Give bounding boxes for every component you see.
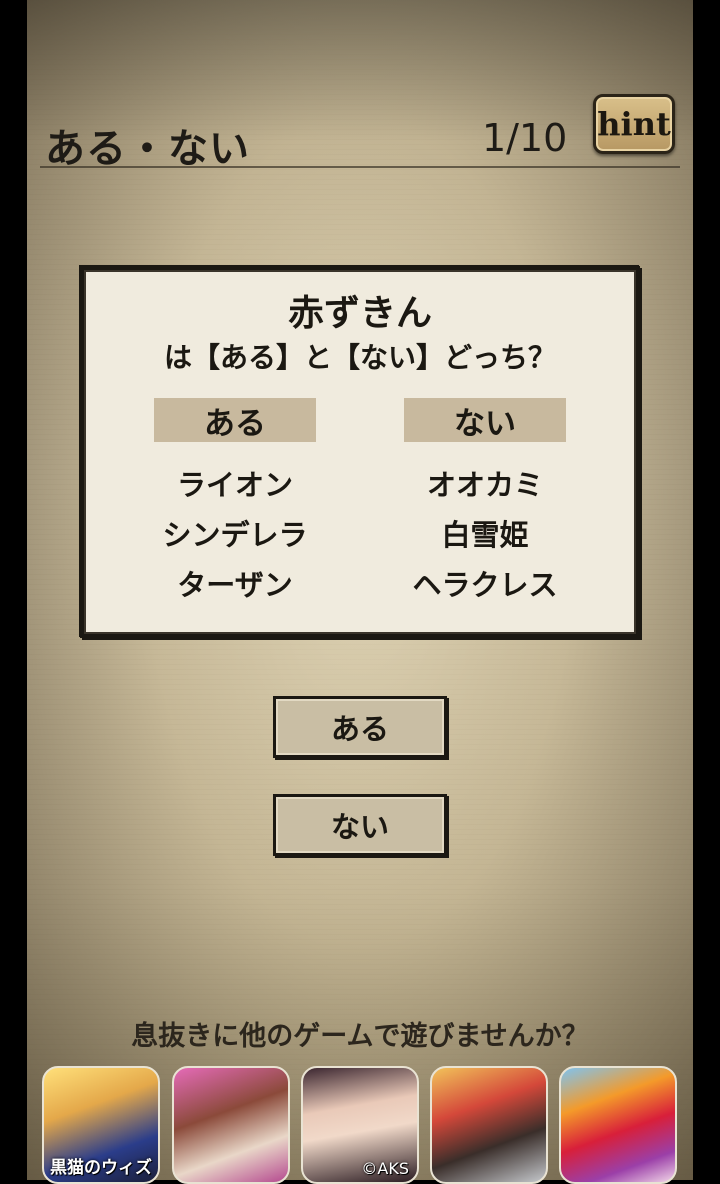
hint-button[interactable]: hint [593,94,675,154]
aru-column-header: ある [154,398,316,442]
question-subject: 赤ずきん [287,293,432,334]
answer-aru-button[interactable]: ある [273,696,447,758]
app-label: 黒猫のウィズ [50,1158,152,1178]
black-cat-wiz-app-icon[interactable]: 黒猫のウィズ [42,1066,160,1184]
nai-example-item: オオカミ [426,468,543,502]
candy-crush-app-icon[interactable] [559,1066,677,1184]
app-label: ©AKS [361,1159,409,1178]
answer-nai-button[interactable]: ない [273,794,447,856]
nai-column-header: ない [404,398,566,442]
aru-example-list: ライオン シンデレラ ターザン [125,460,345,610]
romance-game-app-icon[interactable] [172,1066,290,1184]
question-text: は【ある】と【ない】どっち？ [163,341,556,374]
question-progress: 1/10 [482,116,568,160]
nai-example-item: 白雪姫 [441,518,529,552]
nai-example-list: オオカミ 白雪姫 ヘラクレス [375,460,595,610]
nai-example-item: ヘラクレス [412,568,558,602]
aru-example-item: シンデレラ [162,518,308,552]
aru-example-item: ライオン [176,468,293,502]
aru-example-item: ターザン [177,568,293,602]
question-card: 赤ずきん は【ある】と【ない】どっち？ ある ない ライオン シンデレラ ターザ… [80,266,640,638]
ad-banner-title: 息抜きに他のゲームで遊びませんか？ [131,1021,589,1052]
rock-game-app-icon[interactable] [430,1066,548,1184]
idol-game-app-icon[interactable]: ©AKS [301,1066,419,1184]
header-divider [40,166,680,168]
